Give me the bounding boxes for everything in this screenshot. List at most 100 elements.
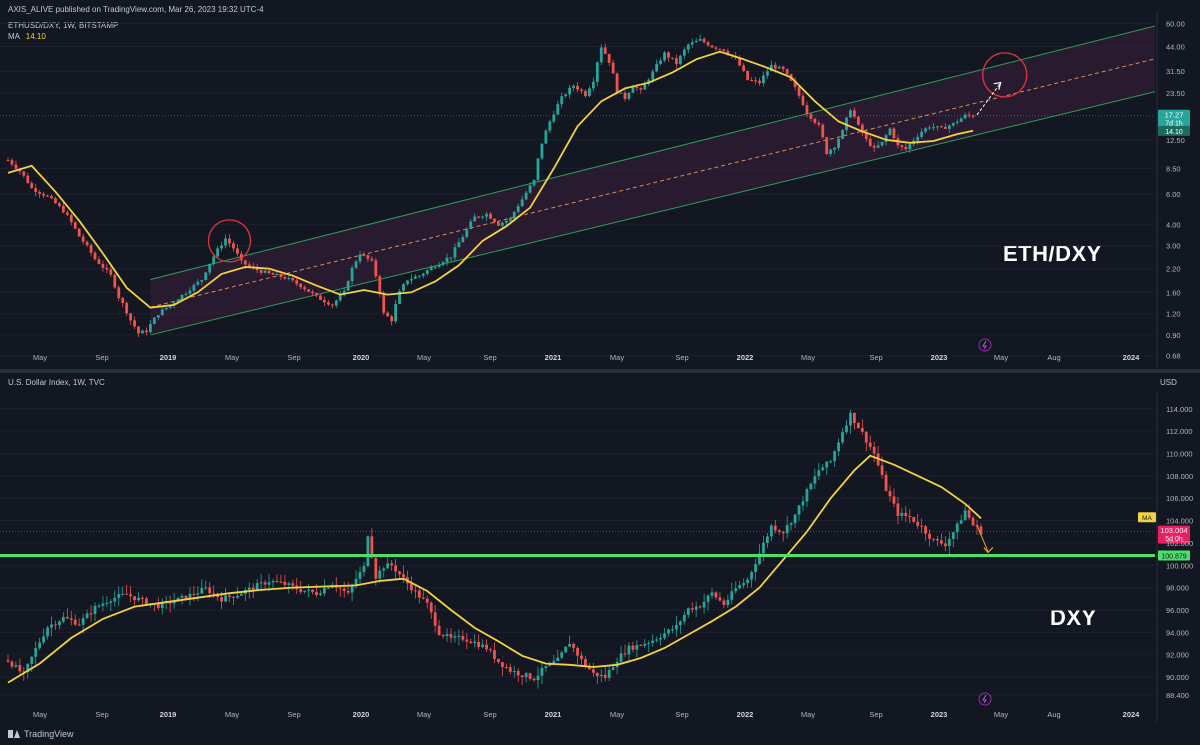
bar-countdown: 7d 1h — [1165, 120, 1183, 127]
candle-body — [947, 538, 951, 547]
candle-body — [726, 599, 730, 606]
candle-body — [295, 280, 299, 284]
candle-body — [580, 89, 583, 92]
candle-body — [750, 80, 753, 82]
candle-body — [263, 582, 267, 585]
candle-body — [682, 614, 686, 622]
candle-body — [69, 618, 73, 620]
candle-body — [809, 114, 813, 119]
candle-body — [445, 257, 449, 263]
y-tick-label: 4.00 — [1166, 220, 1181, 229]
candle-body — [216, 248, 220, 257]
last-price-value: 103.004 — [1160, 526, 1187, 535]
y-tick-label: 8.50 — [1166, 164, 1181, 173]
lightning-icon — [978, 338, 992, 352]
candle-body — [497, 658, 500, 663]
candle-body — [892, 496, 896, 504]
candle-body — [595, 672, 599, 677]
candle-body — [489, 649, 492, 651]
candle-body — [465, 639, 469, 642]
candle-body — [259, 582, 263, 584]
candle-body — [936, 539, 939, 541]
candle-body — [623, 653, 627, 655]
candle-body — [904, 512, 908, 516]
candle-body — [951, 122, 955, 126]
candle-body — [449, 257, 453, 259]
candle-body — [354, 261, 358, 268]
candle-body — [441, 634, 445, 637]
candle-body — [101, 603, 105, 606]
candle-body — [797, 87, 801, 96]
candle-body — [647, 642, 651, 644]
y-tick-label: 23.50 — [1166, 89, 1185, 98]
candle-body — [34, 648, 38, 657]
candle-body — [611, 667, 615, 670]
candle-body — [287, 583, 291, 585]
candle-body — [762, 542, 765, 554]
candle-body — [77, 228, 81, 237]
candle-body — [89, 613, 93, 615]
candle-body — [631, 86, 635, 93]
candle-body — [346, 591, 350, 593]
candle-body — [710, 45, 714, 48]
candle-body — [239, 593, 243, 596]
projection-arrow-line — [976, 524, 989, 552]
candle-body — [105, 603, 109, 605]
candle-body — [141, 597, 144, 599]
candle-body — [860, 428, 864, 432]
candle-body — [837, 442, 840, 452]
candle-body — [560, 96, 564, 105]
candle-body — [789, 523, 793, 525]
candle-body — [184, 293, 188, 295]
candle-body — [841, 129, 844, 139]
candle-body — [386, 312, 390, 317]
candle-body — [287, 277, 291, 279]
candle-body — [686, 44, 690, 50]
candle-body — [26, 175, 30, 184]
candle-body — [758, 80, 761, 84]
y-tick-label: 88.400 — [1166, 691, 1189, 700]
x-tick-label: 2024 — [1123, 353, 1141, 362]
candle-body — [402, 284, 405, 291]
candle-body — [564, 94, 568, 97]
candle-body — [667, 629, 670, 634]
candle-body — [837, 138, 840, 148]
candle-body — [560, 652, 564, 658]
support-price-value: 100.879 — [1161, 553, 1186, 560]
candle-body — [694, 40, 698, 43]
candle-body — [232, 243, 235, 249]
candle-body — [896, 503, 900, 516]
candle-body — [406, 280, 409, 285]
y-tick-label: 90.000 — [1166, 673, 1189, 682]
candle-body — [900, 512, 904, 516]
candle-body — [137, 597, 140, 601]
candle-body — [524, 673, 528, 678]
candle-body — [121, 593, 125, 595]
candle-body — [675, 624, 678, 630]
candle-body — [817, 470, 821, 477]
candle-body — [943, 543, 947, 547]
candle-body — [402, 574, 405, 578]
candle-body — [568, 643, 572, 647]
candle-body — [38, 642, 42, 649]
candle-body — [849, 412, 852, 426]
candle-body — [959, 118, 963, 122]
candle-body — [671, 57, 674, 59]
candle-body — [453, 247, 457, 258]
candle-body — [417, 275, 421, 277]
candle-body — [319, 295, 322, 300]
candle-body — [738, 585, 742, 589]
candle-body — [829, 461, 833, 463]
candle-body — [951, 532, 955, 539]
candle-body — [734, 588, 738, 592]
candle-body — [160, 309, 164, 316]
candle-body — [750, 572, 753, 580]
candle-body — [394, 303, 398, 322]
y-tick-label: 60.00 — [1166, 19, 1185, 28]
candle-body — [493, 218, 496, 222]
candle-body — [528, 673, 532, 679]
candle-body — [390, 563, 394, 566]
candle-body — [655, 639, 659, 641]
candle-body — [366, 255, 370, 259]
candle-body — [200, 588, 204, 594]
